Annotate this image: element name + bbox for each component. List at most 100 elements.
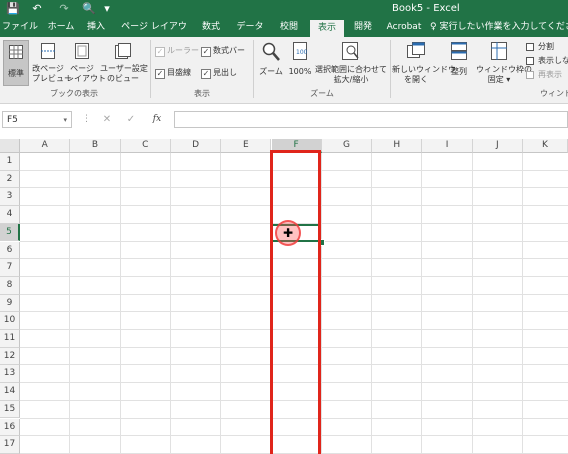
save-icon[interactable]: 💾 <box>6 2 20 16</box>
column-header-C[interactable]: C <box>120 139 171 153</box>
row-header-15[interactable]: 15 <box>0 400 20 419</box>
row-header-11[interactable]: 11 <box>0 330 20 348</box>
hide-window-button[interactable]: 表示しな <box>526 55 568 67</box>
freeze-panes-label-1: ウィンドウ枠の <box>476 65 532 74</box>
custom-views-button[interactable]: ユーザー設定 のビュー <box>100 40 148 86</box>
column-header-B[interactable]: B <box>70 139 121 153</box>
print-preview-icon[interactable]: 🔍 <box>82 2 96 16</box>
tab-insert[interactable]: 挿入 <box>84 18 108 37</box>
split-label: 分割 <box>538 42 554 51</box>
row-header-4[interactable]: 4 <box>0 206 20 224</box>
hide-window-label: 表示しな <box>538 56 568 65</box>
row-header-13[interactable]: 13 <box>0 365 20 384</box>
tab-view[interactable]: 表示 <box>310 20 344 37</box>
custom-views-label-1: ユーザー設定 <box>100 64 148 73</box>
row-header-8[interactable]: 8 <box>0 276 20 295</box>
column-header-A[interactable]: A <box>20 139 71 153</box>
ruler-checkbox[interactable]: ✓ <box>155 47 165 57</box>
zoom-100-button[interactable]: 100 100% <box>288 40 312 86</box>
freeze-panes-label-2: 固定 ▾ <box>487 75 511 84</box>
gridlines-checkbox[interactable]: ✓ <box>155 69 165 79</box>
page-layout-label-2: レイアウト <box>66 74 106 83</box>
formula-input[interactable] <box>174 111 568 128</box>
row-header-7[interactable]: 7 <box>0 259 20 277</box>
column-header-I[interactable]: I <box>422 139 473 153</box>
cell-cursor-icon: ✚ <box>282 226 294 240</box>
column-header-H[interactable]: H <box>372 139 423 153</box>
zoom-group-label: ズーム <box>310 89 334 98</box>
zoom-selection-label-1: 選択範囲に合わせて <box>315 65 387 74</box>
page-layout-view-button[interactable]: ページ レイアウト <box>66 40 106 86</box>
row-header-1[interactable]: 1 <box>0 153 20 171</box>
tab-data[interactable]: データ <box>234 18 266 37</box>
column-gridline <box>522 153 523 454</box>
row-header-9[interactable]: 9 <box>0 294 20 313</box>
row-header-16[interactable]: 16 <box>0 418 20 437</box>
chevron-down-icon[interactable]: ▾ <box>63 112 67 129</box>
enter-icon[interactable]: ✓ <box>124 111 138 128</box>
freeze-panes-button[interactable]: ウィンドウ枠の 固定 ▾ <box>476 40 532 86</box>
book-views-group-label: ブックの表示 <box>50 89 98 98</box>
row-header-12[interactable]: 12 <box>0 347 20 366</box>
unhide-window-label: 再表示 <box>538 70 562 79</box>
row-header-5[interactable]: 5 <box>0 223 20 242</box>
window-title: Book5 - Excel <box>392 3 460 14</box>
tab-home[interactable]: ホーム <box>44 18 78 37</box>
tab-developer[interactable]: 開発 <box>350 18 376 37</box>
new-window-label-2: を開く <box>404 75 428 84</box>
column-gridline <box>421 153 423 454</box>
zoom-to-selection-button[interactable]: 選択範囲に合わせて 拡大/縮小 <box>314 40 388 86</box>
zoom-100-label: 100% <box>288 67 312 76</box>
window-group-label: ウィンド <box>540 89 568 98</box>
zoom-100-icon: 100 <box>293 42 307 60</box>
zoom-button[interactable]: ズーム <box>256 40 286 86</box>
customize-toolbar-icon[interactable]: ▾ <box>102 2 112 16</box>
column-gridline <box>119 153 121 454</box>
group-separator <box>390 40 391 98</box>
row-header-10[interactable]: 10 <box>0 312 20 330</box>
row-header-2[interactable]: 2 <box>0 170 20 189</box>
zoom-selection-label-2: 拡大/縮小 <box>333 75 369 84</box>
select-all-button[interactable] <box>0 139 20 153</box>
column-header-G[interactable]: G <box>321 139 373 153</box>
arrange-button[interactable]: 整列 <box>446 40 472 86</box>
name-box[interactable]: F5 ▾ <box>2 111 72 128</box>
normal-view-button[interactable]: 標準 <box>3 40 29 86</box>
tab-file[interactable]: ファイル <box>2 18 38 37</box>
formula-bar-checkbox[interactable]: ✓ <box>201 47 211 57</box>
page-break-preview-button[interactable]: 改ページ プレビュー <box>32 40 72 86</box>
hide-window-icon <box>526 57 534 65</box>
freeze-panes-icon <box>491 42 507 60</box>
column-header-E[interactable]: E <box>221 139 272 153</box>
redo-icon[interactable]: ↷ <box>57 2 71 16</box>
column-gridline <box>169 153 171 454</box>
group-separator <box>150 40 151 98</box>
unhide-window-button[interactable]: 再表示 <box>526 69 568 81</box>
name-box-splitter[interactable]: ⋮ <box>82 111 91 128</box>
group-separator <box>253 40 254 98</box>
row-header-14[interactable]: 14 <box>0 383 20 401</box>
cancel-icon[interactable]: ✕ <box>100 111 114 128</box>
undo-icon[interactable]: ↶ <box>30 2 44 16</box>
column-header-K[interactable]: K <box>523 139 568 153</box>
new-window-button[interactable]: 新しいウィンドウ を開く <box>392 40 456 86</box>
row-header-3[interactable]: 3 <box>0 188 20 207</box>
custom-views-label-2: のビュー <box>107 74 139 83</box>
column-header-D[interactable]: D <box>170 139 222 153</box>
split-button[interactable]: 分割 <box>526 41 568 53</box>
tab-formulas[interactable]: 数式 <box>198 18 224 37</box>
ruler-label: ルーラー <box>167 46 199 55</box>
page-layout-icon <box>75 43 89 59</box>
svg-text:100: 100 <box>296 49 307 56</box>
tab-acrobat[interactable]: Acrobat <box>384 18 424 37</box>
page-break-label-1: 改ページ <box>32 64 64 73</box>
column-header-J[interactable]: J <box>472 139 523 153</box>
tab-review[interactable]: 校閲 <box>276 18 302 37</box>
row-header-6[interactable]: 6 <box>0 241 20 260</box>
insert-function-icon[interactable]: fx <box>148 111 166 128</box>
row-header-17[interactable]: 17 <box>0 436 20 454</box>
tab-page-layout[interactable]: ページ レイアウト <box>118 18 190 51</box>
tell-me-box[interactable]: ♀ 実行したい作業を入力してください <box>430 18 568 37</box>
headings-checkbox[interactable]: ✓ <box>201 69 211 79</box>
normal-view-icon <box>9 45 23 59</box>
